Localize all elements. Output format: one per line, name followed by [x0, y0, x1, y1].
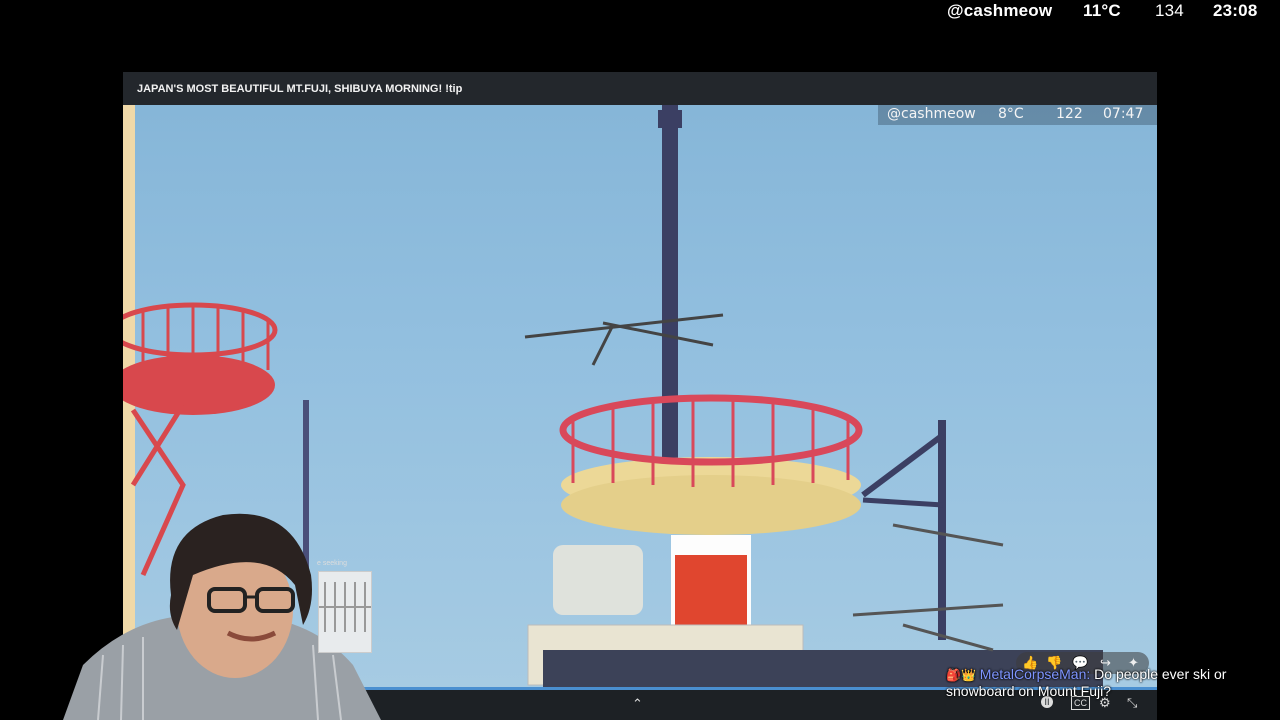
overlay-temperature: 8°C — [998, 106, 1024, 122]
status-count: 134 — [1155, 1, 1184, 20]
status-time: 23:08 — [1213, 1, 1258, 20]
tower-red-band — [675, 555, 747, 625]
overlay-count: 122 — [1056, 106, 1083, 122]
stream-title: JAPAN'S MOST BEAUTIFUL MT.FUJI, SHIBUYA … — [137, 83, 463, 95]
left-railing — [123, 302, 278, 358]
video-stats-overlay: @cashmeow 8°C 122 07:47 — [878, 105, 1157, 125]
chat-username[interactable]: MetalCorpseMan: — [980, 666, 1091, 682]
chat-badges: 🎒👑 — [946, 668, 976, 682]
chat-message: 🎒👑 MetalCorpseMan: Do people ever ski or… — [946, 666, 1256, 699]
thumbnail-label: e seeking — [317, 560, 347, 567]
mast — [662, 105, 678, 470]
overlay-username: @cashmeow — [887, 106, 976, 122]
status-bar: @cashmeow 11°C 134 23:08 — [0, 0, 1280, 24]
left-platform — [123, 355, 275, 415]
tower-railing — [559, 394, 863, 466]
overlay-time: 07:47 — [1103, 106, 1144, 122]
status-temperature: 11°C — [1083, 1, 1121, 20]
chevron-up-icon[interactable]: ⌃ — [632, 696, 643, 712]
title-bar: JAPAN'S MOST BEAUTIFUL MT.FUJI, SHIBUYA … — [123, 72, 1157, 105]
secondary-thumbnail — [318, 571, 372, 653]
status-username: @cashmeow — [947, 1, 1053, 20]
